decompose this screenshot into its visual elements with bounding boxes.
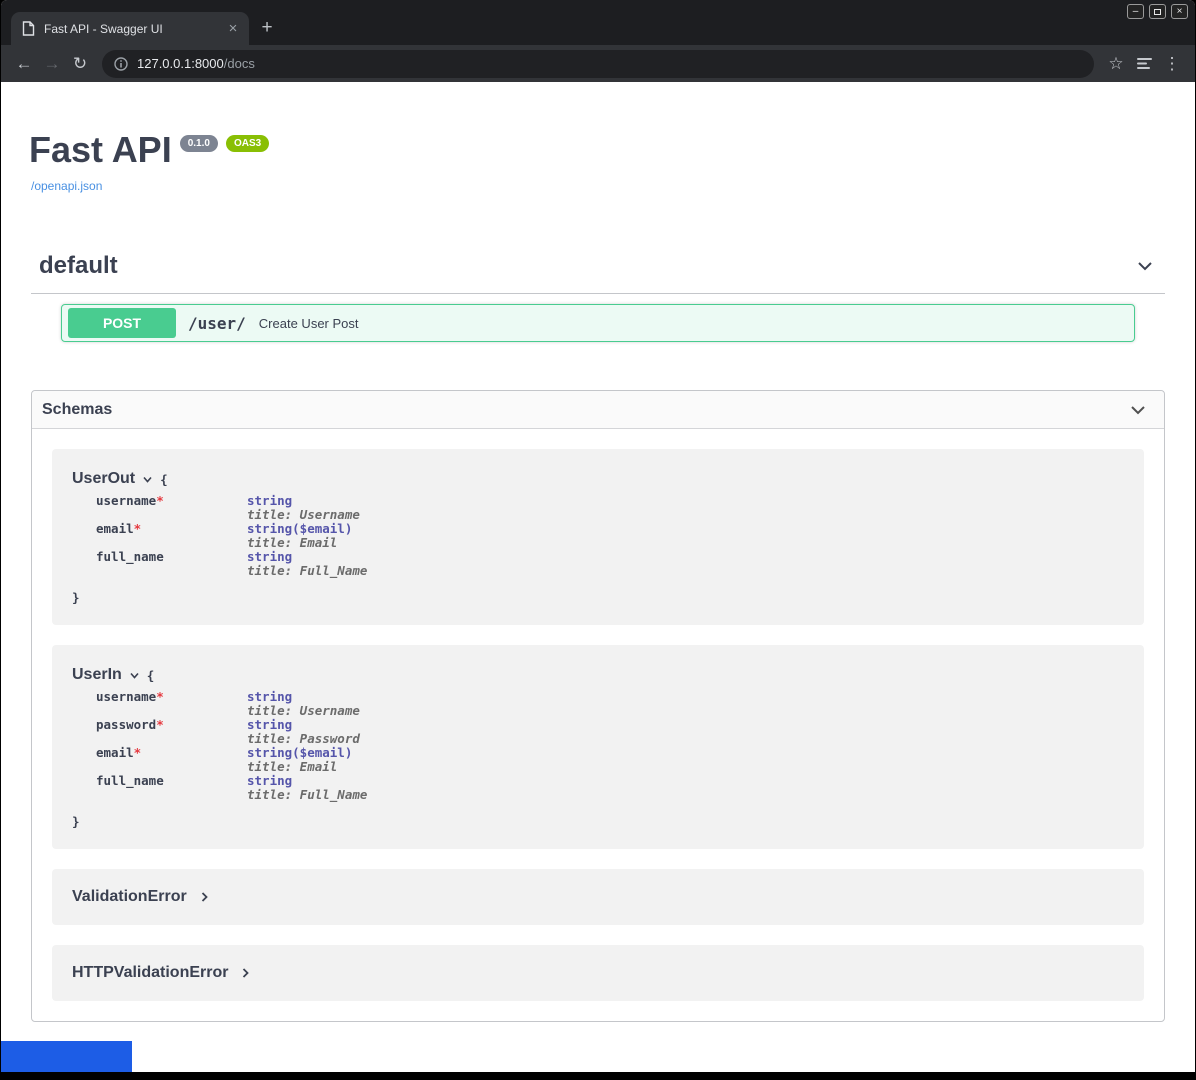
bookmark-star-icon[interactable]: ☆ [1102,50,1130,78]
new-tab-button[interactable]: + [253,14,281,42]
forward-icon[interactable]: → [38,50,66,78]
opblock-post-user[interactable]: POST /user/ Create User Post [61,304,1135,342]
property-row: username* string title: Username [96,690,1124,718]
property-title: title: Email [247,760,352,774]
models-container: UserOut { username* string title: Userna… [32,429,1164,1021]
property-name: full_name [96,773,164,788]
chevron-down-icon[interactable] [129,670,140,681]
chevron-right-icon [199,891,210,903]
page-favicon-icon [22,21,35,36]
close-button[interactable]: × [1171,4,1188,19]
property-name: email [96,745,134,760]
property-row: username* string title: Username [96,494,1124,522]
address-bar[interactable]: 127.0.0.1:8000/docs [102,50,1094,78]
schemas-header[interactable]: Schemas [32,391,1164,429]
property-type: string($email) [247,522,352,536]
tag-header[interactable]: default [31,251,1165,294]
brace-close: } [72,590,1124,605]
model-title[interactable]: UserIn [72,665,122,685]
api-info: Fast API 0.1.0 OAS3 /openapi.json [1,82,1195,195]
property-type: string [247,494,360,508]
extensions-icon[interactable] [1130,50,1158,78]
tab-strip: Fast API - Swagger UI × + [1,0,1195,45]
browser-toolbar: ← → ↻ 127.0.0.1:8000/docs ☆ ⋮ [1,45,1195,82]
page-title: Fast API [29,130,172,170]
property-title: title: Username [247,704,360,718]
window-controls: – × [1127,4,1188,19]
chevron-down-icon[interactable] [1128,400,1148,420]
browser-window: Fast API - Swagger UI × + – × ← → ↻ 127.… [1,0,1195,1072]
browser-tab[interactable]: Fast API - Swagger UI × [11,12,249,45]
oas3-badge: OAS3 [226,135,269,152]
swagger-page: Fast API 0.1.0 OAS3 /openapi.json defaul… [1,82,1195,1072]
property-title: title: Username [247,508,360,522]
maximize-icon [1154,9,1161,15]
property-row: full_name string title: Full_Name [96,774,1124,802]
property-row: email* string($email) title: Email [96,522,1124,550]
info-icon[interactable] [114,57,128,71]
model-title[interactable]: UserOut [72,469,135,489]
version-badge: 0.1.0 [180,135,218,152]
brace-close: } [72,814,1124,829]
maximize-button[interactable] [1149,4,1166,19]
required-star: * [134,521,142,536]
model-title: ValidationError [72,887,187,907]
tag-title: default [39,251,118,281]
property-type: string [247,718,360,732]
back-icon[interactable]: ← [10,50,38,78]
method-badge: POST [68,308,176,338]
chevron-down-icon[interactable] [1135,256,1155,276]
chevron-down-icon[interactable] [142,474,153,485]
property-row: full_name string title: Full_Name [96,550,1124,578]
property-name: username [96,689,156,704]
property-name: email [96,521,134,536]
brace-open: { [160,472,168,487]
schemas-title: Schemas [42,401,112,419]
property-type: string [247,690,360,704]
required-star: * [156,717,164,732]
property-title: title: Email [247,536,352,550]
status-bubble [1,1041,132,1072]
property-row: email* string($email) title: Email [96,746,1124,774]
url-host: 127.0.0.1:8000 [137,56,224,71]
operation-path: /user/ [188,314,246,333]
required-star: * [156,689,164,704]
reload-icon[interactable]: ↻ [66,50,94,78]
model-userin: UserIn { username* string title: Usernam… [52,645,1144,849]
minimize-button[interactable]: – [1127,4,1144,19]
required-star: * [134,745,142,760]
url-path: /docs [224,56,255,71]
model-userout: UserOut { username* string title: Userna… [52,449,1144,625]
model-title: HTTPValidationError [72,963,228,983]
model-httpvalidationerror[interactable]: HTTPValidationError [52,945,1144,1001]
property-type: string($email) [247,746,352,760]
window-titlebar: Fast API - Swagger UI × + – × [1,0,1195,45]
property-title: title: Full_Name [247,564,367,578]
url-text: 127.0.0.1:8000/docs [137,56,255,71]
tab-close-icon[interactable]: × [225,21,241,36]
openapi-spec-link[interactable]: /openapi.json [31,179,102,193]
property-type: string [247,774,367,788]
chevron-right-icon [240,967,251,979]
required-star: * [156,493,164,508]
brace-open: { [147,668,155,683]
property-title: title: Password [247,732,360,746]
property-name: password [96,717,156,732]
property-row: password* string title: Password [96,718,1124,746]
schemas-section: Schemas UserOut { [31,390,1165,1022]
model-validationerror[interactable]: ValidationError [52,869,1144,925]
property-type: string [247,550,367,564]
menu-kebab-icon[interactable]: ⋮ [1158,50,1186,78]
property-name: username [96,493,156,508]
tab-title: Fast API - Swagger UI [44,22,216,36]
operation-summary: Create User Post [259,316,359,331]
property-title: title: Full_Name [247,788,367,802]
property-name: full_name [96,549,164,564]
tag-section-default: default POST /user/ Create User Post [31,251,1165,342]
